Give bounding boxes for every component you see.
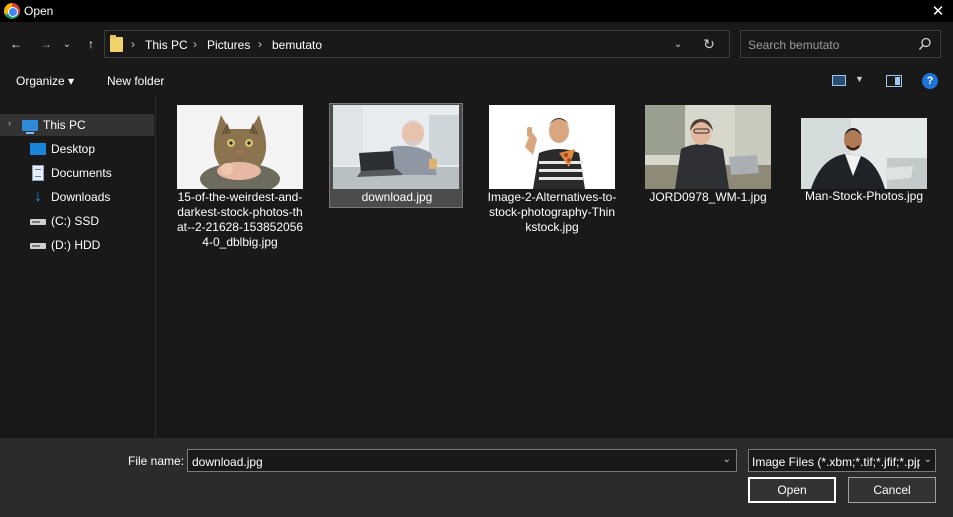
- search-input[interactable]: Search bemutato: [748, 38, 839, 52]
- help-icon[interactable]: ?: [922, 73, 938, 89]
- title-bar: Open ✕: [0, 0, 953, 22]
- breadcrumb-pictures[interactable]: Pictures: [207, 38, 250, 52]
- downloads-icon: ↓: [34, 188, 42, 205]
- sidebar-item-d-drive[interactable]: (D:) HDD: [0, 234, 154, 256]
- sidebar-item-label: Downloads: [51, 190, 111, 204]
- breadcrumb-this-pc[interactable]: This PC: [145, 38, 188, 52]
- sidebar-item-label: This PC: [43, 118, 86, 132]
- file-name-dropdown-chevron-icon[interactable]: ⌄: [723, 454, 731, 465]
- up-arrow-icon[interactable]: ↑: [81, 34, 101, 54]
- file-name: Man-Stock-Photos.jpg: [804, 189, 924, 203]
- search-icon[interactable]: [918, 37, 932, 51]
- new-folder-button[interactable]: New folder: [107, 74, 164, 88]
- file-name-input[interactable]: download.jpg: [192, 455, 263, 469]
- documents-icon: [32, 165, 44, 181]
- command-toolbar: Organize ▾ New folder ▼ ?: [0, 66, 953, 96]
- view-options-caret-icon[interactable]: ▼: [855, 74, 864, 84]
- sidebar-item-c-drive[interactable]: (C:) SSD: [0, 210, 154, 232]
- dialog-footer: File name: download.jpg ⌄ Image Files (*…: [0, 438, 953, 517]
- file-name-combobox[interactable]: download.jpg ⌄: [187, 449, 737, 472]
- file-item[interactable]: JORD0978_WM-1.jpg: [641, 101, 775, 211]
- image-thumbnail: [489, 105, 615, 189]
- sidebar-item-label: Desktop: [51, 142, 96, 156]
- address-bar[interactable]: › This PC › Pictures › bemutato ⌄ ↻: [104, 30, 730, 58]
- file-type-value: Image Files (*.xbm;*.tif;*.jfif;*.pjp: [752, 455, 920, 469]
- file-item-selected[interactable]: download.jpg: [329, 103, 463, 208]
- folder-icon: [110, 35, 123, 52]
- organize-menu[interactable]: Organize ▾: [16, 74, 74, 88]
- file-list: 15-of-the-weirdest-and-darkest-stock-pho…: [157, 96, 953, 438]
- image-thumbnail: [177, 105, 303, 189]
- search-box[interactable]: Search bemutato: [740, 30, 941, 58]
- file-name: JORD0978_WM-1.jpg: [649, 190, 767, 204]
- file-name: Image-2-Alternatives-to-stock-photograph…: [487, 190, 617, 234]
- chrome-icon: [4, 3, 20, 19]
- file-type-chevron-icon[interactable]: ⌄: [924, 454, 932, 465]
- file-name: 15-of-the-weirdest-and-darkest-stock-pho…: [176, 190, 304, 249]
- file-item[interactable]: 15-of-the-weirdest-and-darkest-stock-pho…: [173, 101, 307, 251]
- file-item[interactable]: Image-2-Alternatives-to-stock-photograph…: [485, 101, 619, 241]
- breadcrumb-separator: ›: [258, 37, 262, 51]
- address-dropdown-chevron-icon[interactable]: ⌄: [671, 37, 685, 51]
- file-type-select[interactable]: Image Files (*.xbm;*.tif;*.jfif;*.pjp ⌄: [748, 449, 936, 472]
- sidebar-item-label: (C:) SSD: [51, 214, 99, 228]
- sidebar-item-this-pc[interactable]: › This PC: [0, 114, 154, 136]
- image-thumbnail: [333, 105, 459, 189]
- window-title: Open: [24, 4, 54, 18]
- sidebar-item-label: (D:) HDD: [51, 238, 101, 252]
- recent-locations-chevron-icon[interactable]: ⌄: [60, 34, 74, 54]
- file-item[interactable]: Man-Stock-Photos.jpg: [797, 114, 931, 214]
- image-thumbnail: [801, 118, 927, 189]
- expand-chevron-icon[interactable]: ›: [8, 118, 11, 128]
- navigation-bar: ← → ⌄ ↑ › This PC › Pictures › bemutato …: [0, 22, 953, 66]
- change-view-icon[interactable]: [832, 75, 846, 86]
- drive-icon: [30, 219, 46, 225]
- breadcrumb-separator: ›: [193, 37, 197, 51]
- preview-pane-icon[interactable]: [886, 75, 902, 87]
- sidebar-item-downloads[interactable]: ↓ Downloads: [0, 186, 154, 208]
- sidebar-item-documents[interactable]: Documents: [0, 162, 154, 184]
- computer-icon: [22, 120, 38, 134]
- navigation-pane: › This PC Desktop Documents ↓ Downloads …: [0, 96, 156, 438]
- drive-icon: [30, 243, 46, 249]
- back-arrow-icon[interactable]: ←: [6, 34, 26, 54]
- file-name-label: File name:: [128, 454, 185, 468]
- file-name: download.jpg: [361, 190, 433, 204]
- image-thumbnail: [645, 105, 771, 189]
- sidebar-item-desktop[interactable]: Desktop: [0, 138, 154, 160]
- close-button[interactable]: ✕: [923, 0, 953, 22]
- open-button[interactable]: Open: [748, 477, 836, 503]
- refresh-icon[interactable]: ↻: [701, 36, 717, 52]
- breadcrumb-bemutato[interactable]: bemutato: [272, 38, 322, 52]
- sidebar-item-label: Documents: [51, 166, 112, 180]
- desktop-icon: [30, 143, 46, 155]
- breadcrumb-separator: ›: [131, 37, 135, 51]
- cancel-button[interactable]: Cancel: [848, 477, 936, 503]
- forward-arrow-icon[interactable]: →: [36, 34, 56, 54]
